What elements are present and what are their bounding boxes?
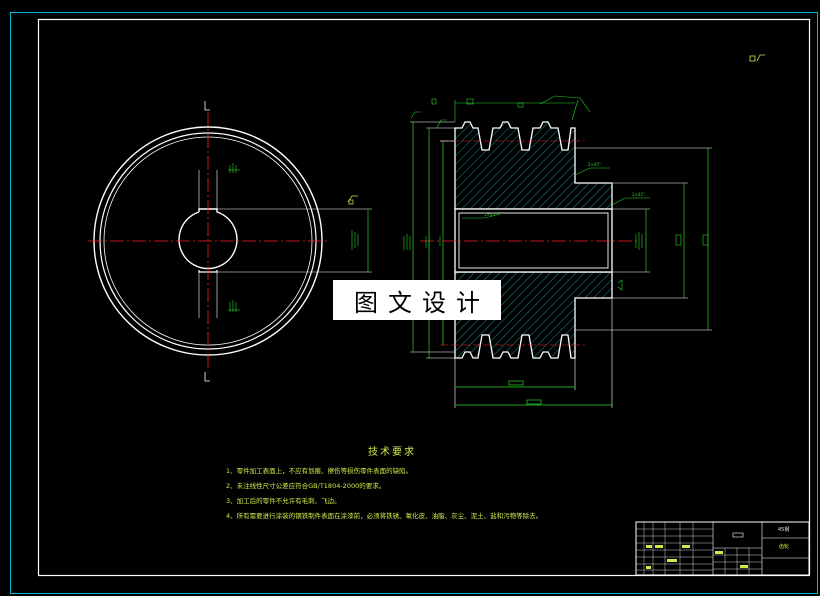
section-view: 1×45° 2×45° 2×45°	[403, 95, 712, 408]
svg-text:2×45°: 2×45°	[588, 162, 601, 167]
roughness-symbol-general	[749, 54, 765, 62]
requirement-item-3: 3、加工后的零件不允许有毛刺、飞边。	[226, 497, 341, 505]
drawing-canvas: 1×45° 2×45° 2×45° 45钢 齿轮 图文设计 技术要求 1、零件加…	[0, 0, 820, 596]
watermark-text: 图文设计	[354, 288, 490, 317]
requirement-item-1: 1、零件加工表面上，不应有划痕、擦伤等损伤零件表面的缺陷。	[226, 467, 413, 475]
watermark-box: 图文设计	[333, 280, 501, 320]
title-block-part-name: 齿轮	[779, 544, 790, 550]
svg-text:2×45°: 2×45°	[632, 192, 645, 197]
requirement-item-4: 4、所有需要进行涂装的钢铁制件表面在涂漆前，必须将铁锈、氧化皮、油脂、灰尘、泥土…	[226, 512, 543, 520]
front-view	[88, 101, 372, 382]
requirement-item-2: 2、未注线性尺寸公差应符合GB/T1804-2000的要求。	[226, 482, 386, 490]
svg-text:1×45°: 1×45°	[484, 212, 497, 217]
technical-requirements-title: 技术要求	[368, 447, 416, 458]
title-block-material: 45钢	[778, 527, 790, 533]
